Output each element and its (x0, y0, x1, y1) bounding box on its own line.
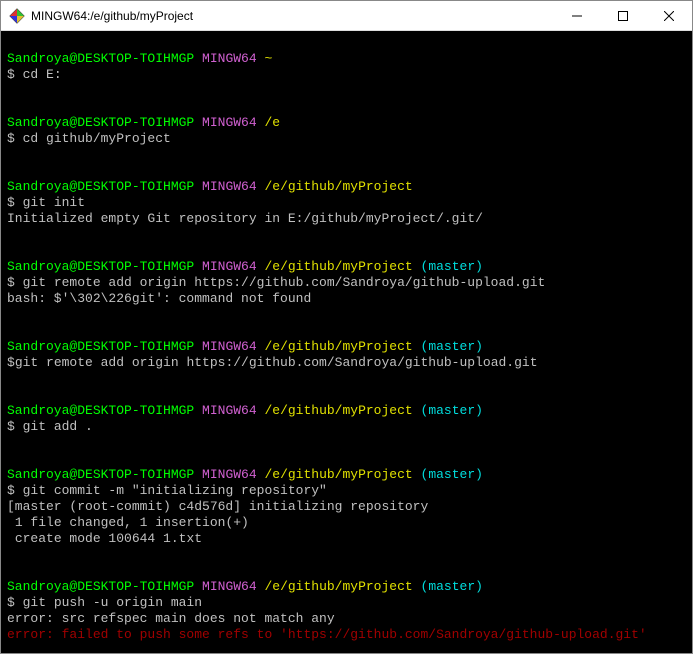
maximize-icon (618, 11, 628, 21)
terminal-block: Sandroya@DESKTOP-TOIHMGP MINGW64 /e/gith… (7, 259, 686, 307)
command-line: $ git remote add origin https://github.c… (7, 275, 545, 290)
prompt-path: /e/github/myProject (264, 467, 412, 482)
terminal-block: Sandroya@DESKTOP-TOIHMGP MINGW64 /e/gith… (7, 339, 686, 371)
minimize-icon (572, 11, 582, 21)
command-line: $ cd E: (7, 67, 62, 82)
titlebar[interactable]: MINGW64:/e/github/myProject (1, 1, 692, 31)
terminal-block: Sandroya@DESKTOP-TOIHMGP MINGW64 /e/gith… (7, 467, 686, 547)
command-line: $ git add . (7, 419, 93, 434)
output-line: [master (root-commit) c4d576d] initializ… (7, 499, 428, 514)
prompt-shell: MINGW64 (202, 179, 257, 194)
app-icon (9, 8, 25, 24)
output-line: Initialized empty Git repository in E:/g… (7, 211, 483, 226)
prompt-userhost: Sandroya@DESKTOP-TOIHMGP (7, 339, 194, 354)
window-frame: MINGW64:/e/github/myProject Sandroya@DES… (0, 0, 693, 654)
terminal-area[interactable]: Sandroya@DESKTOP-TOIHMGP MINGW64 ~ $ cd … (1, 31, 692, 653)
close-button[interactable] (646, 1, 692, 30)
prompt-shell: MINGW64 (202, 579, 257, 594)
prompt-branch: (master) (421, 259, 483, 274)
prompt-userhost: Sandroya@DESKTOP-TOIHMGP (7, 115, 194, 130)
close-icon (664, 11, 674, 21)
prompt-branch: (master) (421, 403, 483, 418)
maximize-button[interactable] (600, 1, 646, 30)
prompt-shell: MINGW64 (202, 259, 257, 274)
prompt-branch: (master) (421, 467, 483, 482)
command-line: $ cd github/myProject (7, 131, 171, 146)
minimize-button[interactable] (554, 1, 600, 30)
error-line: error: src refspec main does not match a… (7, 611, 335, 626)
prompt-userhost: Sandroya@DESKTOP-TOIHMGP (7, 259, 194, 274)
terminal-block: Sandroya@DESKTOP-TOIHMGP MINGW64 /e/gith… (7, 403, 686, 435)
terminal-block: Sandroya@DESKTOP-TOIHMGP MINGW64 /e/gith… (7, 179, 686, 227)
output-line: bash: $'\302\226git': command not found (7, 291, 311, 306)
window-controls (554, 1, 692, 30)
prompt-userhost: Sandroya@DESKTOP-TOIHMGP (7, 179, 194, 194)
prompt-userhost: Sandroya@DESKTOP-TOIHMGP (7, 467, 194, 482)
prompt-path: ~ (264, 51, 272, 66)
command-line: $ git init (7, 195, 85, 210)
prompt-path: /e/github/myProject (264, 403, 412, 418)
prompt-shell: MINGW64 (202, 467, 257, 482)
prompt-userhost: Sandroya@DESKTOP-TOIHMGP (7, 579, 194, 594)
terminal-block: Sandroya@DESKTOP-TOIHMGP MINGW64 ~ $ cd … (7, 51, 686, 83)
prompt-path: /e/github/myProject (264, 179, 412, 194)
output-line: 1 file changed, 1 insertion(+) (7, 515, 249, 530)
prompt-shell: MINGW64 (202, 403, 257, 418)
prompt-path: /e (264, 115, 280, 130)
prompt-userhost: Sandroya@DESKTOP-TOIHMGP (7, 403, 194, 418)
terminal-block: Sandroya@DESKTOP-TOIHMGP MINGW64 /e/gith… (7, 579, 686, 643)
window-title: MINGW64:/e/github/myProject (31, 9, 554, 23)
prompt-shell: MINGW64 (202, 51, 257, 66)
command-line: $ git commit -m "initializing repository… (7, 483, 327, 498)
prompt-path: /e/github/myProject (264, 579, 412, 594)
output-line: create mode 100644 1.txt (7, 531, 202, 546)
command-line: $ git push -u origin main (7, 595, 202, 610)
prompt-shell: MINGW64 (202, 339, 257, 354)
prompt-branch: (master) (421, 579, 483, 594)
prompt-path: /e/github/myProject (264, 259, 412, 274)
error-line: error: failed to push some refs to 'http… (7, 627, 647, 642)
prompt-userhost: Sandroya@DESKTOP-TOIHMGP (7, 51, 194, 66)
prompt-path: /e/github/myProject (264, 339, 412, 354)
terminal-block: Sandroya@DESKTOP-TOIHMGP MINGW64 /e $ cd… (7, 115, 686, 147)
prompt-shell: MINGW64 (202, 115, 257, 130)
command-line: $git remote add origin https://github.co… (7, 355, 538, 370)
prompt-branch: (master) (421, 339, 483, 354)
